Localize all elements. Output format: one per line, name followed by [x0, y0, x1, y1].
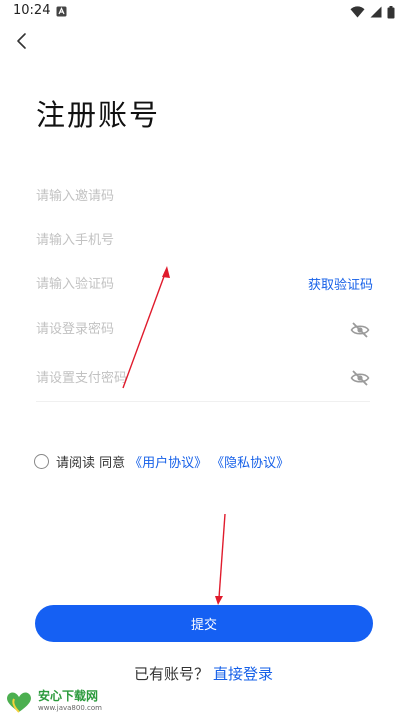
annotation-arrow [215, 513, 226, 605]
signal-icon [370, 6, 382, 18]
eye-off-icon[interactable] [350, 320, 370, 340]
login-prompt-text: 已有账号？ [133, 665, 209, 683]
privacy-agreement-link[interactable]: 《隐私协议》 [211, 452, 289, 471]
watermark-brand: 安心下载网 [38, 689, 99, 703]
battery-icon [387, 5, 395, 18]
login-row: 已有账号？ 直接登录 [0, 663, 407, 684]
user-agreement-link[interactable]: 《用户协议》 [129, 452, 207, 471]
get-verify-code-button[interactable]: 获取验证码 [308, 274, 373, 293]
phone-input[interactable] [36, 225, 286, 255]
watermark: 安心下载网 www.java800.com [4, 690, 102, 714]
agreement-row: 请阅读 同意 《用户协议》 《隐私协议》 [34, 451, 289, 471]
login-password-input[interactable] [36, 314, 286, 344]
back-chevron-icon[interactable] [12, 30, 34, 52]
pay-password-field [36, 363, 370, 393]
phone-field [36, 225, 370, 255]
status-icons [350, 5, 395, 19]
agreement-prefix: 请阅读 同意 [56, 455, 126, 471]
direct-login-link[interactable]: 直接登录 [213, 665, 273, 683]
invite-code-field [36, 181, 370, 211]
status-time: 10:24 [13, 3, 51, 18]
watermark-url: www.java800.com [38, 704, 102, 712]
field-divider [36, 401, 370, 402]
verify-code-input[interactable] [36, 269, 286, 299]
agreement-checkbox[interactable] [34, 453, 49, 469]
heart-logo-icon [7, 692, 31, 713]
pay-password-input[interactable] [36, 363, 286, 393]
submit-button[interactable]: 提交 [35, 605, 373, 642]
wifi-icon [350, 6, 365, 18]
eye-off-icon[interactable] [350, 368, 370, 388]
invite-code-input[interactable] [36, 181, 286, 211]
login-password-field [36, 314, 370, 344]
status-bar: 10:24 [0, 0, 407, 24]
app-notification-icon [56, 6, 67, 17]
page-title: 注册账号 [36, 98, 161, 132]
